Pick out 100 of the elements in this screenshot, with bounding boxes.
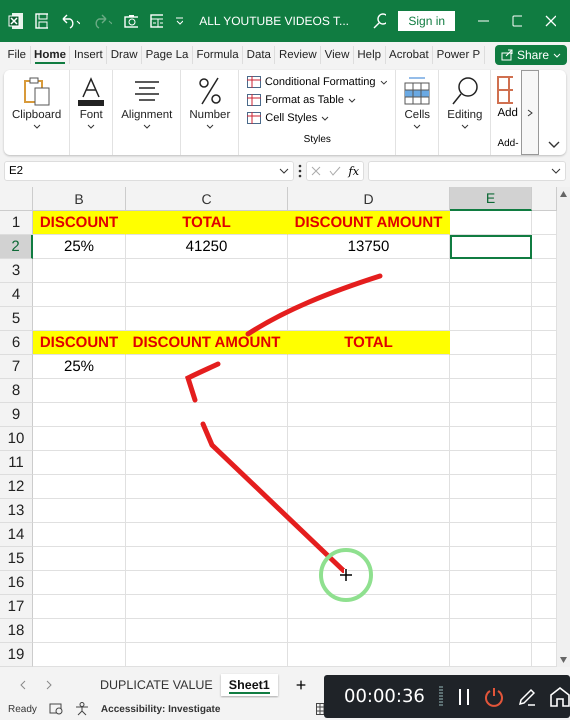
- enter-icon[interactable]: [328, 166, 341, 176]
- accessibility-status[interactable]: Accessibility: Investigate: [100, 704, 220, 714]
- row-header[interactable]: 9: [0, 403, 33, 427]
- more-icon[interactable]: [298, 164, 302, 178]
- caret-icon: [413, 124, 422, 129]
- table-cell[interactable]: DISCOUNT: [33, 211, 126, 235]
- row-header[interactable]: 11: [0, 451, 33, 475]
- ribbon-group-label[interactable]: Cells: [404, 109, 430, 121]
- column-header[interactable]: D: [288, 187, 450, 211]
- cancel-icon[interactable]: [310, 166, 321, 176]
- ribbon-tab[interactable]: Data: [243, 46, 276, 64]
- group-label: Styles: [302, 134, 332, 145]
- row-header[interactable]: 1: [0, 211, 33, 235]
- ribbon-tab[interactable]: Page La: [142, 46, 193, 64]
- maximize-icon[interactable]: [510, 14, 522, 28]
- select-all-button[interactable]: [0, 187, 33, 211]
- pen-stroke: [186, 362, 220, 402]
- row-header[interactable]: 18: [0, 619, 33, 643]
- ribbon-tab[interactable]: File: [4, 46, 31, 64]
- table-cell[interactable]: DISCOUNT AMOUNT: [288, 211, 450, 235]
- ribbon-tab[interactable]: View: [321, 46, 354, 64]
- column-header[interactable]: E: [450, 187, 532, 211]
- table-cell[interactable]: 41250: [126, 235, 288, 259]
- ribbon-group-label[interactable]: Alignment: [121, 109, 172, 121]
- power-icon[interactable]: [484, 686, 503, 706]
- row-header[interactable]: 14: [0, 523, 33, 547]
- row-header[interactable]: 4: [0, 283, 33, 307]
- sign-in-button[interactable]: Sign in: [398, 11, 456, 31]
- ribbon-group-label[interactable]: Add: [497, 107, 519, 119]
- search-icon[interactable]: [373, 13, 386, 29]
- style-icon: [247, 76, 261, 88]
- row-header[interactable]: 15: [0, 547, 33, 571]
- row-header[interactable]: 2: [0, 235, 33, 259]
- column-header[interactable]: C: [126, 187, 288, 211]
- table-cell[interactable]: TOTAL: [288, 331, 450, 355]
- caret-icon: [206, 124, 214, 129]
- macro-recording-icon[interactable]: [48, 703, 63, 715]
- row-header[interactable]: 19: [0, 643, 33, 667]
- row-header[interactable]: 6: [0, 331, 33, 355]
- ribbon-tab[interactable]: Acrobat: [386, 46, 434, 64]
- scroll-up-icon[interactable]: [560, 191, 567, 197]
- table-cell[interactable]: [450, 235, 532, 259]
- ribbon-tab[interactable]: Formula: [192, 46, 244, 64]
- ribbon-tab[interactable]: Home: [30, 46, 70, 64]
- row-header[interactable]: 13: [0, 499, 33, 523]
- row-header[interactable]: 10: [0, 427, 33, 451]
- camera-icon[interactable]: [124, 13, 138, 29]
- recording-timer: 00:00:36: [344, 686, 425, 707]
- ribbon-group-label[interactable]: Font: [80, 109, 103, 121]
- ribbon-group-label[interactable]: Number: [189, 109, 230, 121]
- row-header[interactable]: 12: [0, 475, 33, 499]
- caret-icon: [460, 124, 469, 129]
- table-cell[interactable]: DISCOUNT: [33, 331, 126, 355]
- expand-ribbon-icon[interactable]: [548, 141, 560, 149]
- sheet-tab[interactable]: DUPLICATE VALUE: [92, 674, 221, 696]
- undo-icon[interactable]: [60, 13, 80, 29]
- ribbon-tab[interactable]: Help: [354, 46, 386, 64]
- ribbon-tab[interactable]: Insert: [70, 46, 108, 64]
- style-icon: [247, 112, 262, 124]
- chevron-icon: [526, 108, 533, 116]
- caret-icon: [142, 124, 151, 129]
- customize-icon[interactable]: [174, 16, 184, 26]
- ribbon-tab[interactable]: Power P: [433, 46, 485, 64]
- share-button[interactable]: Share: [494, 45, 567, 65]
- row-header[interactable]: 5: [0, 307, 33, 331]
- style-command[interactable]: Format as Table: [265, 94, 344, 106]
- style-command[interactable]: Cell Styles: [265, 112, 318, 124]
- table-cell[interactable]: 25%: [33, 355, 126, 379]
- save-icon[interactable]: [34, 13, 48, 29]
- accessibility-icon[interactable]: [74, 702, 89, 716]
- ribbon-group-label[interactable]: Clipboard: [12, 109, 62, 121]
- table-cell[interactable]: DISCOUNT AMOUNT: [126, 331, 288, 355]
- home-icon[interactable]: [549, 686, 570, 708]
- ribbon-tab[interactable]: Draw: [107, 46, 142, 64]
- ribbon-group-label[interactable]: Editing: [447, 109, 482, 121]
- row-header[interactable]: 7: [0, 355, 33, 379]
- audio-level-icon: [438, 686, 443, 708]
- insert-function-button[interactable]: fx: [348, 164, 360, 178]
- close-icon[interactable]: [544, 14, 556, 28]
- pause-icon[interactable]: [456, 688, 470, 706]
- column-header[interactable]: B: [33, 187, 126, 211]
- sheet-tab[interactable]: Sheet1: [220, 674, 278, 696]
- table-cell[interactable]: 13750: [288, 235, 450, 259]
- scroll-down-icon[interactable]: [560, 657, 567, 663]
- row-header[interactable]: 3: [0, 259, 33, 283]
- excel-logo-icon: [8, 12, 23, 30]
- row-header[interactable]: 17: [0, 595, 33, 619]
- add-sheet-button[interactable]: +: [296, 674, 306, 696]
- row-header[interactable]: 16: [0, 571, 33, 595]
- name-box[interactable]: E2: [4, 161, 294, 181]
- table-cell[interactable]: 25%: [33, 235, 126, 259]
- row-header[interactable]: 8: [0, 379, 33, 403]
- pen-icon[interactable]: [516, 686, 536, 706]
- table-cell[interactable]: TOTAL: [126, 211, 288, 235]
- ribbon-tab[interactable]: Review: [275, 46, 322, 64]
- font-color-icon: [78, 76, 104, 106]
- form-icon[interactable]: [150, 13, 163, 29]
- formula-input[interactable]: [368, 161, 566, 181]
- scroll-right-button[interactable]: [520, 70, 539, 155]
- style-command[interactable]: Conditional Formatting: [264, 76, 376, 88]
